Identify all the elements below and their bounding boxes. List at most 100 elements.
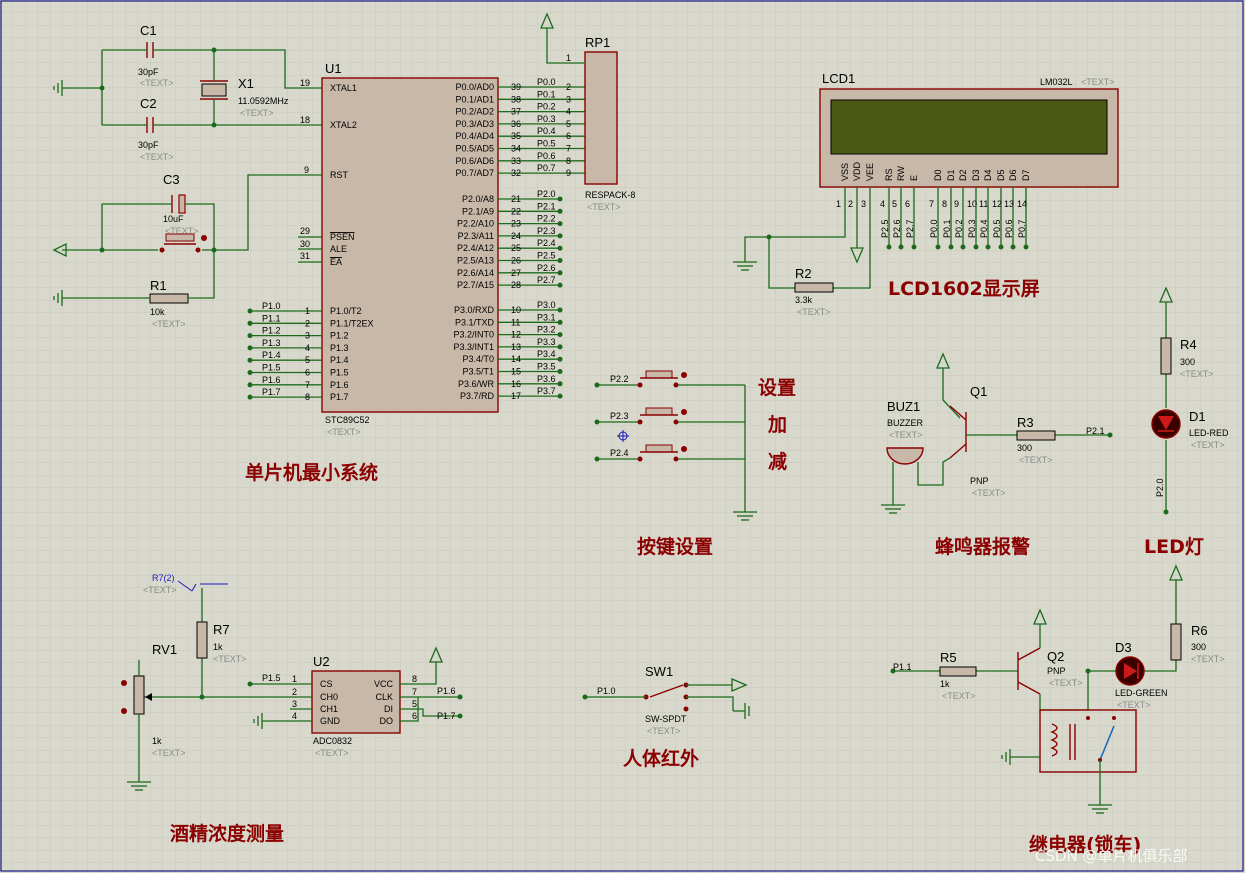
p3-net-label: P3.4 bbox=[537, 349, 556, 359]
title-pir: 人体红外 bbox=[623, 747, 699, 770]
u2-pin-number: 3 bbox=[292, 699, 297, 709]
lcd-ref: LCD1 bbox=[822, 71, 855, 86]
u2-pin-label: CH0 bbox=[320, 692, 338, 702]
lcd-pin-number: 11 bbox=[979, 199, 988, 209]
lcd-pin-label: VEE bbox=[865, 163, 875, 181]
buzzer-buz1[interactable]: BUZ1 BUZZER <TEXT> bbox=[886, 399, 924, 465]
p0-pin-label: P0.5/AD5 bbox=[455, 144, 494, 154]
p0-pin-label: P0.2/AD2 bbox=[455, 107, 494, 117]
lcd-net-label: P0.3 bbox=[967, 219, 977, 238]
lcd-pin-label: D3 bbox=[971, 169, 981, 181]
d3-text-placeholder: <TEXT> bbox=[1117, 700, 1151, 710]
lcd-pin-number: 3 bbox=[861, 199, 866, 209]
u2-pin-label: VCC bbox=[374, 679, 394, 689]
p3-pin-label: P3.0/RXD bbox=[454, 305, 495, 315]
title-lcd: LCD1602显示屏 bbox=[888, 278, 1040, 300]
x1-text-placeholder: <TEXT> bbox=[240, 108, 274, 118]
p1-net-label: P1.2 bbox=[262, 326, 281, 336]
p3-pin-label: P3.1/TXD bbox=[455, 317, 495, 327]
u2-do-net: P1.7 bbox=[437, 711, 456, 721]
p0-net-label: P0.0 bbox=[537, 77, 556, 87]
sw1-text-placeholder: <TEXT> bbox=[647, 726, 681, 736]
p2-pin-label: P2.0/A8 bbox=[462, 194, 494, 204]
p3-net-label: P3.6 bbox=[537, 374, 556, 384]
p1-pin-number: 5 bbox=[305, 355, 310, 365]
p0-pin-label: P0.4/AD4 bbox=[455, 131, 494, 141]
u2-pin-number: 1 bbox=[292, 674, 297, 684]
r7-probe-label: R7(2) bbox=[152, 573, 175, 583]
u2-pin-number: 6 bbox=[412, 711, 417, 721]
u2-part: ADC0832 bbox=[313, 736, 352, 746]
rst-pin-number: 9 bbox=[304, 165, 309, 175]
title-buzzer: 蜂鸣器报警 bbox=[935, 535, 1030, 558]
p1-net-label: P1.3 bbox=[262, 338, 281, 348]
p1-net-label: P1.6 bbox=[262, 375, 281, 385]
p3-pin-number: 13 bbox=[511, 342, 521, 352]
rv1-ref: RV1 bbox=[152, 642, 177, 657]
u2-pin-number: 2 bbox=[292, 687, 297, 697]
r2-value: 3.3k bbox=[795, 295, 813, 305]
rp1-pin-number: 5 bbox=[566, 119, 571, 129]
r7-text-placeholder: <TEXT> bbox=[213, 654, 247, 664]
d1-net: P2.0 bbox=[1155, 478, 1165, 497]
u2-pin-number: 5 bbox=[412, 699, 417, 709]
p2-pin-number: 21 bbox=[511, 194, 521, 204]
pin-label-rst: RST bbox=[330, 170, 349, 180]
r3-value: 300 bbox=[1017, 443, 1032, 453]
u2-pin-label: CH1 bbox=[320, 704, 338, 714]
r4-value: 300 bbox=[1180, 357, 1195, 367]
c1-text-placeholder: <TEXT> bbox=[140, 78, 174, 88]
u1-text-placeholder: <TEXT> bbox=[327, 427, 361, 437]
lcd-net-label: P0.6 bbox=[1004, 219, 1014, 238]
p2-net-label: P2.0 bbox=[537, 189, 556, 199]
q2-text-placeholder: <TEXT> bbox=[1049, 678, 1083, 688]
p2-pin-label: P2.3/A11 bbox=[458, 231, 494, 241]
lcd-pin-number: 7 bbox=[929, 199, 934, 209]
d3-ref: D3 bbox=[1115, 640, 1132, 655]
p1-pin-label: P1.7 bbox=[330, 392, 349, 402]
p2-pin-number: 22 bbox=[511, 206, 521, 216]
p0-pin-number: 37 bbox=[511, 107, 521, 117]
p1-pin-number: 4 bbox=[305, 343, 310, 353]
p3-pin-number: 16 bbox=[511, 379, 521, 389]
ea-pin-number: 31 bbox=[300, 251, 310, 261]
c2-value: 30pF bbox=[138, 140, 159, 150]
p1-net-label: P1.0 bbox=[262, 301, 281, 311]
r5-value: 1k bbox=[940, 679, 950, 689]
r2-text-placeholder: <TEXT> bbox=[797, 307, 831, 317]
lcd-pin-label: VDD bbox=[852, 161, 862, 181]
u2-ref: U2 bbox=[313, 654, 330, 669]
u2-pin-label: DO bbox=[380, 716, 394, 726]
title-key-sub: 减 bbox=[768, 450, 787, 473]
x1-ref: X1 bbox=[238, 76, 254, 91]
p1-net-label: P1.4 bbox=[262, 350, 281, 360]
p1-pin-number: 7 bbox=[305, 380, 310, 390]
p3-pin-number: 14 bbox=[511, 354, 521, 364]
u2-pin-number: 8 bbox=[412, 674, 417, 684]
p2-pin-number: 26 bbox=[511, 256, 521, 266]
u2-pin-number: 7 bbox=[412, 687, 417, 697]
lcd-pin-label: D1 bbox=[946, 169, 956, 181]
pin-label-psen: PSEN bbox=[330, 232, 355, 242]
lcd-pin-label: D4 bbox=[983, 169, 993, 181]
p3-pin-label: P3.6/WR bbox=[458, 379, 495, 389]
r3-ref: R3 bbox=[1017, 415, 1034, 430]
p1-pin-number: 6 bbox=[305, 368, 310, 378]
p2-net-label: P2.2 bbox=[537, 214, 556, 224]
watermark: CSDN @单片机俱乐部 bbox=[1035, 847, 1188, 865]
xtal1-pin-number: 19 bbox=[300, 78, 310, 88]
c1-ref: C1 bbox=[140, 23, 157, 38]
u2-text-placeholder: <TEXT> bbox=[315, 748, 349, 758]
p3-pin-number: 11 bbox=[511, 317, 520, 327]
rp1-part: RESPACK-8 bbox=[585, 190, 635, 200]
rp1-pin-number: 8 bbox=[566, 156, 571, 166]
p2-pin-label: P2.1/A9 bbox=[462, 206, 494, 216]
p0-net-label: P0.6 bbox=[537, 151, 556, 161]
lcd-pin-number: 2 bbox=[848, 199, 853, 209]
key-net-label: P2.2 bbox=[610, 374, 629, 384]
lcd-pin-number: 5 bbox=[892, 199, 897, 209]
p3-pin-label: P3.2/INT0 bbox=[453, 330, 494, 340]
buz1-ref: BUZ1 bbox=[887, 399, 920, 414]
p2-net-label: P2.3 bbox=[537, 226, 556, 236]
lcd-net-label: P0.1 bbox=[942, 219, 952, 238]
